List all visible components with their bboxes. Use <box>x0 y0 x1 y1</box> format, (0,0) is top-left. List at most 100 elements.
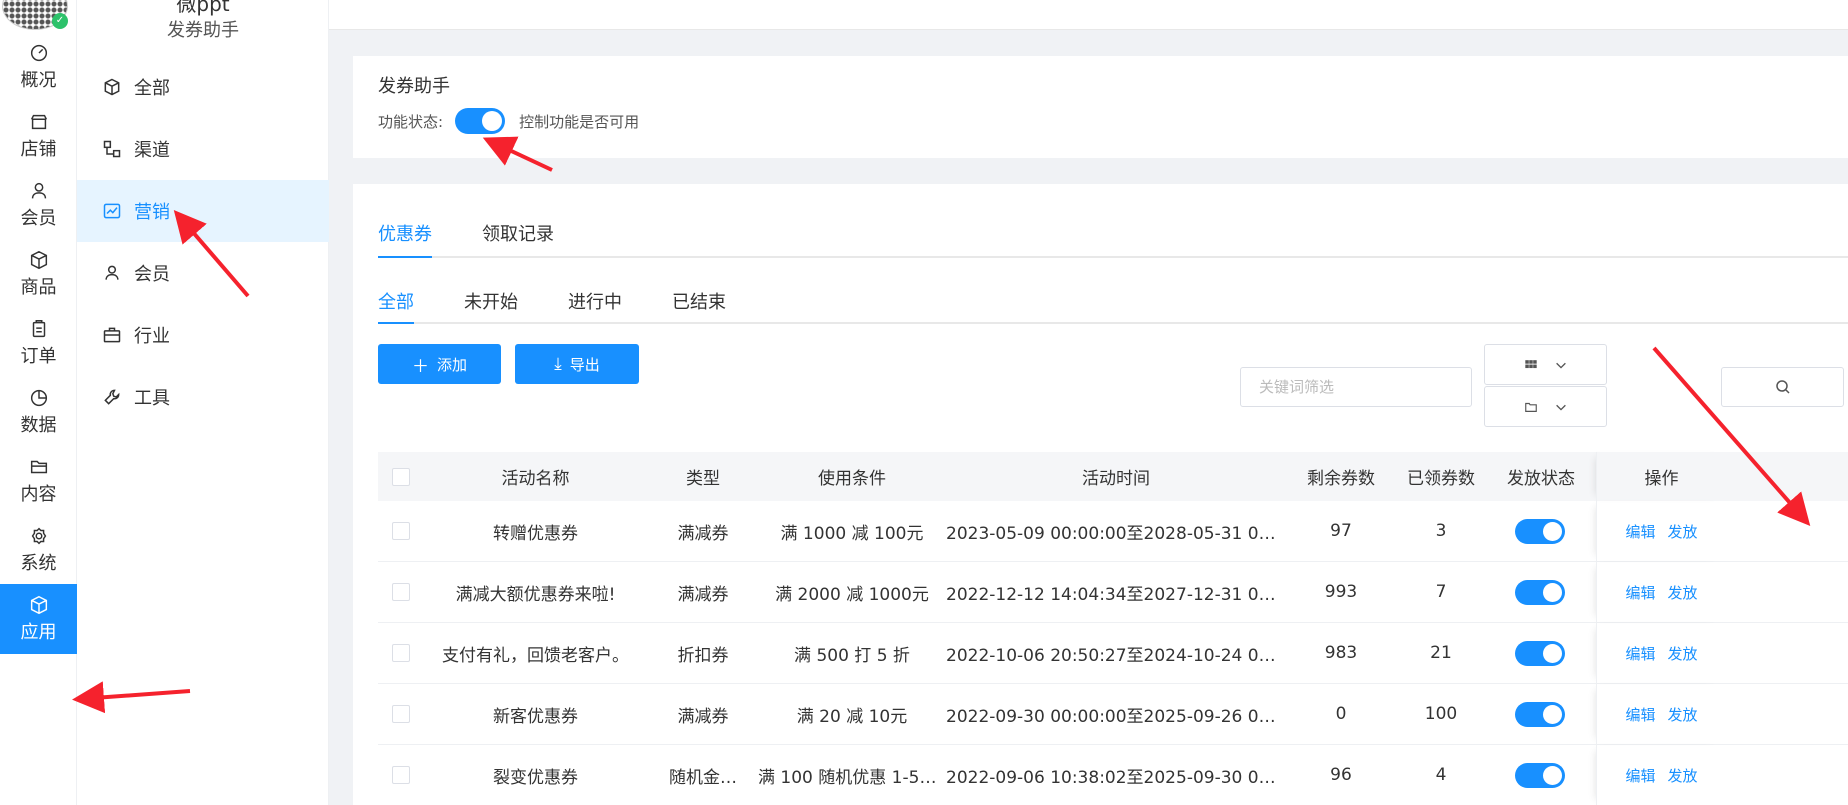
issue-link[interactable]: 发放 <box>1668 704 1698 725</box>
rail-item-product[interactable]: 商品 <box>0 239 77 307</box>
cell-claimed: 100 <box>1424 704 1458 724</box>
issue-link[interactable]: 发放 <box>1668 521 1698 542</box>
issue-status-toggle[interactable] <box>1515 640 1565 666</box>
cell-remaining: 993 <box>1324 582 1358 602</box>
rail-item-label: 数据 <box>20 415 57 436</box>
add-button[interactable]: ＋ 添加 <box>378 344 501 384</box>
select-all-checkbox[interactable] <box>391 467 410 486</box>
cell-remaining: 0 <box>1335 704 1347 724</box>
chevron-down-icon <box>1555 362 1566 369</box>
edit-link[interactable]: 编辑 <box>1625 521 1655 542</box>
folder-select[interactable] <box>1484 386 1607 427</box>
issue-status-toggle[interactable] <box>1515 762 1565 788</box>
keyword-filter-input[interactable]: 关键词筛选 <box>1240 367 1472 407</box>
box-icon <box>30 250 47 270</box>
export-button[interactable]: ⤓ 导出 <box>515 344 639 384</box>
menu-item-label: 行业 <box>134 326 170 347</box>
main-tabs: 优惠券 领取记录 <box>378 220 1848 258</box>
edit-link[interactable]: 编辑 <box>1625 582 1655 603</box>
cell-time: 2022-10-06 20:50:27至2024-10-24 00:00:00 <box>946 645 1286 666</box>
edit-link[interactable]: 编辑 <box>1625 704 1655 725</box>
menu-title: 发券助手 <box>167 20 239 41</box>
cube-icon <box>104 78 120 96</box>
rail-item-content[interactable]: 内容 <box>0 446 77 514</box>
header-actions: 操作 <box>1596 452 1726 501</box>
menu-item-label: 渠道 <box>134 140 170 161</box>
cell-actions: 编辑 发放 <box>1596 684 1726 744</box>
tab-ended[interactable]: 已结束 <box>672 288 726 322</box>
issue-link[interactable]: 发放 <box>1668 582 1698 603</box>
menu-item-label: 全部 <box>134 78 170 99</box>
rail-item-order[interactable]: 订单 <box>0 308 77 376</box>
menu-item-industry[interactable]: 行业 <box>77 304 329 366</box>
menu-item-marketing[interactable]: 营销 <box>77 180 329 242</box>
user-icon <box>105 265 119 280</box>
menu-item-all[interactable]: 全部 <box>77 56 329 118</box>
issue-link[interactable]: 发放 <box>1668 643 1698 664</box>
secondary-menu: 微ppt 发券助手 全部 渠道 营销 会员 行业 工具 <box>77 0 329 805</box>
row-checkbox[interactable] <box>391 766 410 784</box>
rail-item-label: 系统 <box>20 553 57 574</box>
cube-icon <box>30 595 47 615</box>
cell-type: 满减券 <box>677 584 729 605</box>
header-name: 活动名称 <box>501 469 570 489</box>
table-row: 裂变优惠券 随机金… 满 100 随机优惠 1-50元 2022-09-06 1… <box>378 745 1848 805</box>
cell-claimed: 7 <box>1435 582 1447 602</box>
row-checkbox[interactable] <box>391 705 410 723</box>
row-check-cell <box>378 522 423 540</box>
rail-item-system[interactable]: 系统 <box>0 515 77 583</box>
menu-item-label: 营销 <box>134 202 170 223</box>
menu-item-channel[interactable]: 渠道 <box>77 118 329 180</box>
cell-claimed: 4 <box>1435 765 1447 785</box>
cell-time: 2022-09-06 10:38:02至2025-09-30 00:00:00 <box>946 767 1286 788</box>
briefcase-icon <box>103 327 121 343</box>
row-checkbox[interactable] <box>391 583 410 601</box>
cell-name: 裂变优惠券 <box>493 767 578 788</box>
cell-actions: 编辑 发放 <box>1596 562 1726 622</box>
issue-status-toggle[interactable] <box>1515 518 1565 544</box>
cell-claimed: 3 <box>1435 521 1447 541</box>
edit-link[interactable]: 编辑 <box>1625 765 1655 786</box>
plus-icon: ＋ <box>411 356 429 377</box>
menu-top-title: 微ppt <box>176 0 230 16</box>
tab-in-progress[interactable]: 进行中 <box>568 288 622 322</box>
cell-remaining: 96 <box>1330 765 1352 785</box>
issue-link[interactable]: 发放 <box>1668 765 1698 786</box>
row-check-cell <box>378 644 423 662</box>
cell-time: 2022-09-30 00:00:00至2025-09-26 00:00:00 <box>946 706 1286 727</box>
plugin-status-card: 发券助手 功能状态: 控制功能是否可用 <box>353 56 1848 158</box>
cell-status <box>1486 579 1596 605</box>
tab-coupons[interactable]: 优惠券 <box>378 220 432 258</box>
menu-item-tools[interactable]: 工具 <box>77 366 329 428</box>
table-header: 活动名称 类型 使用条件 活动时间 剩余券数 已领券数 发放状态 操作 <box>378 452 1848 501</box>
user-icon <box>31 182 46 199</box>
rail-item-member[interactable]: 会员 <box>0 170 77 238</box>
menu-item-label: 会员 <box>134 264 170 285</box>
store-icon <box>30 114 47 130</box>
tab-not-started[interactable]: 未开始 <box>464 288 518 322</box>
rail-item-store[interactable]: 店铺 <box>0 101 77 169</box>
row-checkbox[interactable] <box>391 522 410 540</box>
tab-claim-records[interactable]: 领取记录 <box>482 220 554 256</box>
coupon-table: 活动名称 类型 使用条件 活动时间 剩余券数 已领券数 发放状态 操作 转赠优惠… <box>378 452 1848 805</box>
cell-remaining: 97 <box>1330 521 1352 541</box>
tab-all[interactable]: 全部 <box>378 288 414 324</box>
menu-item-member[interactable]: 会员 <box>77 242 329 304</box>
cell-name: 转赠优惠券 <box>493 523 578 544</box>
cell-status <box>1486 518 1596 544</box>
issue-status-toggle[interactable] <box>1515 579 1565 605</box>
cell-time: 2022-12-12 14:04:34至2027-12-31 00:00:00 <box>946 584 1286 605</box>
edit-link[interactable]: 编辑 <box>1625 643 1655 664</box>
category-select[interactable] <box>1484 344 1607 385</box>
rail-item-data[interactable]: 数据 <box>0 377 77 445</box>
folder-icon <box>30 460 47 474</box>
download-icon: ⤓ <box>554 354 562 374</box>
feature-status-toggle[interactable] <box>455 108 506 134</box>
rail-item-apps[interactable]: 应用 <box>0 584 77 654</box>
rail-item-overview[interactable]: 概况 <box>0 32 77 100</box>
search-button[interactable] <box>1721 367 1844 407</box>
row-checkbox[interactable] <box>391 644 410 662</box>
issue-status-toggle[interactable] <box>1515 701 1565 727</box>
header-claimed: 已领券数 <box>1407 469 1475 489</box>
cell-type: 折扣券 <box>677 645 729 666</box>
